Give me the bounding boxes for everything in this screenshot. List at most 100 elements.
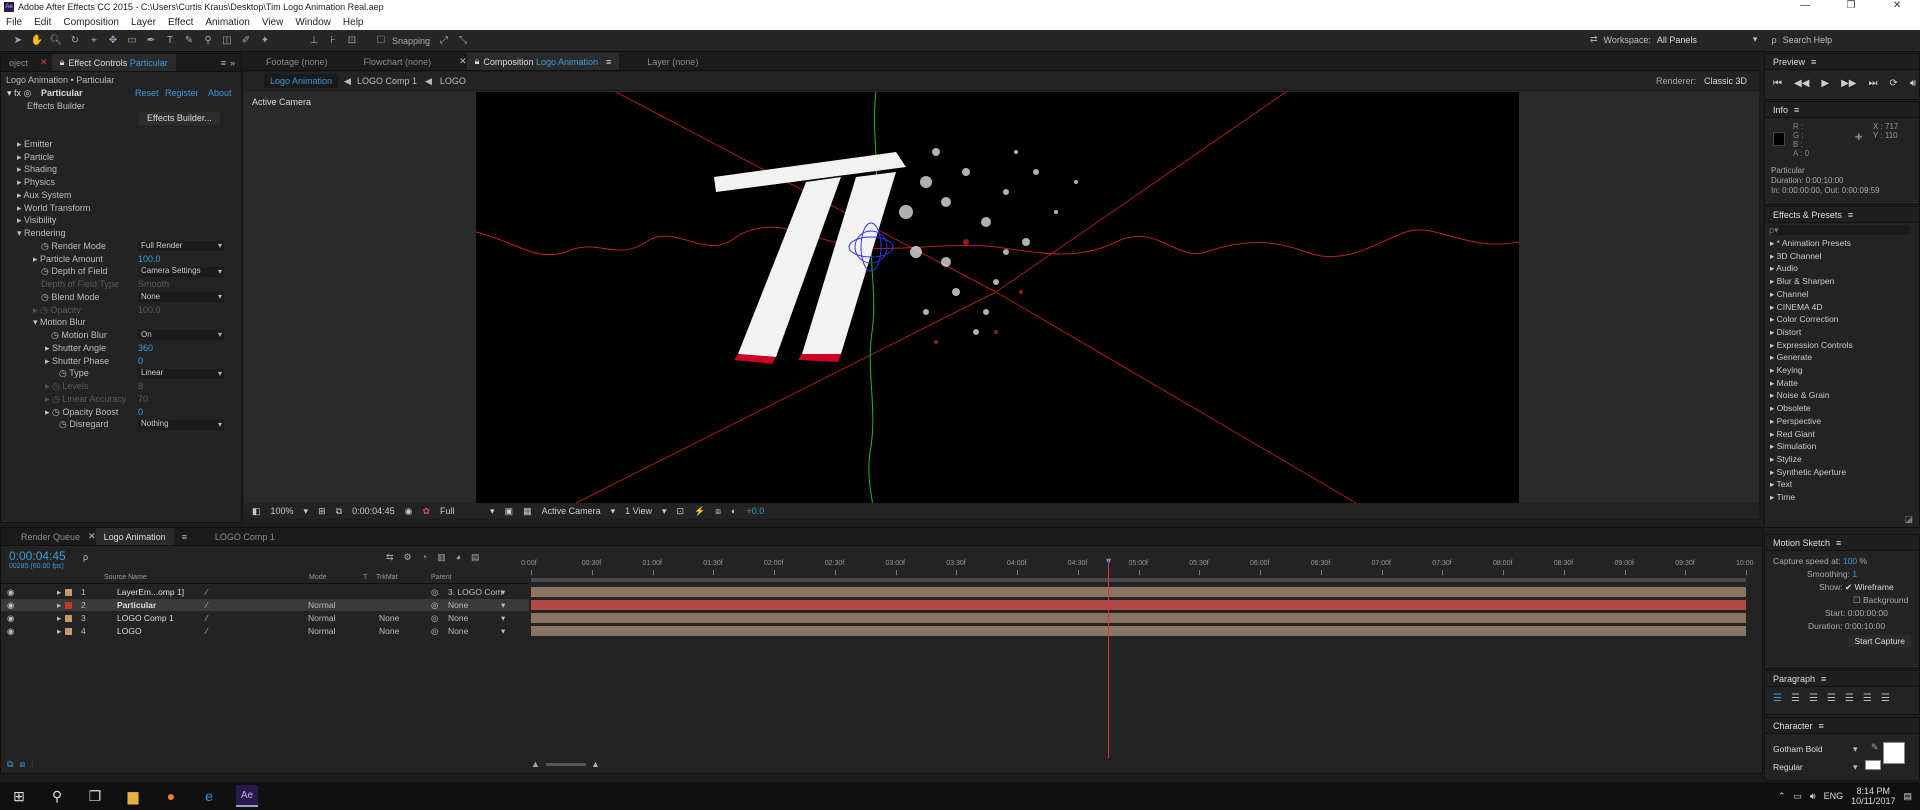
label-color-swatch[interactable] — [65, 588, 72, 596]
crumb-logo-comp[interactable]: LOGO Comp 1 — [357, 76, 417, 86]
style-dropdown-icon[interactable]: ▾ — [1853, 762, 1858, 773]
fill-color-swatch[interactable] — [1883, 742, 1905, 764]
panel-resize-icon[interactable]: ◪ — [1904, 514, 1913, 525]
reset-exposure-icon[interactable]: ◐ — [731, 506, 736, 516]
tab-render-queue[interactable]: Render Queue — [13, 528, 88, 545]
menu-animation[interactable]: Animation — [199, 17, 255, 28]
layer-row[interactable]: ◉ ▸ 1 LayerEm...omp 1] ⁄ ◎ 3. LOGO Com ▾ — [1, 586, 529, 598]
layer-mode[interactable]: Normal — [308, 626, 335, 636]
layer-row[interactable]: ◉ ▸ 2 Particular ⁄ Normal ◎ None ▾ — [1, 599, 529, 611]
local-axis-mode-icon[interactable]: ⊥ — [306, 33, 322, 49]
eyedropper-icon[interactable]: ✎ — [1871, 742, 1879, 753]
in-out-icon[interactable]: ⫶ — [31, 759, 33, 770]
about-link[interactable]: About — [208, 87, 232, 100]
after-effects-taskbar-icon[interactable]: Ae — [236, 785, 258, 807]
motion-blur-select[interactable]: On — [138, 329, 224, 342]
exposure-value[interactable]: +0.0 — [746, 506, 764, 516]
brush-tool-icon[interactable]: ✎ — [181, 33, 197, 49]
workspace-sync-icon[interactable]: ⇄ — [1590, 34, 1598, 45]
effects-search-input[interactable] — [1769, 225, 1909, 235]
parent-dropdown-icon[interactable]: ▾ — [501, 626, 505, 637]
views-select[interactable]: 1 View — [625, 506, 652, 516]
shutter-angle-value[interactable]: 360 — [138, 342, 153, 355]
align-right-icon[interactable]: ☰ — [1809, 693, 1818, 704]
panel-menu-icon[interactable]: ≡ — [1794, 105, 1799, 115]
clone-stamp-tool-icon[interactable]: ⚲ — [200, 33, 216, 49]
always-preview-icon[interactable]: ◧ — [252, 506, 261, 517]
effect-category-item[interactable]: ▸ Distort — [1770, 326, 1919, 339]
group-aux-system[interactable]: ▸ Aux System — [3, 189, 241, 202]
effect-category-item[interactable]: ▸ 3D Channel — [1770, 250, 1919, 263]
effect-category-item[interactable]: ▸ Stylize — [1770, 453, 1919, 466]
rectangle-tool-icon[interactable]: ▭ — [124, 33, 140, 49]
network-icon[interactable]: ▭ — [1793, 791, 1802, 802]
fx-toggle-icon[interactable]: ▾ fx ◎ — [7, 87, 31, 100]
selection-tool-icon[interactable]: ➤ — [10, 33, 26, 49]
type-select[interactable]: Linear — [138, 368, 224, 380]
loop-icon[interactable]: ⟳ — [1889, 78, 1897, 89]
tray-up-icon[interactable]: ⌃ — [1778, 791, 1786, 802]
label-color-swatch[interactable] — [65, 601, 72, 609]
layer-parent[interactable]: None — [448, 626, 468, 636]
label-color-swatch[interactable] — [65, 614, 72, 622]
zoom-slider[interactable] — [546, 763, 586, 766]
layer-switch-icon[interactable]: ⁄ — [206, 626, 207, 636]
menu-composition[interactable]: Composition — [57, 17, 125, 28]
first-frame-icon[interactable]: ⏮ — [1773, 78, 1782, 89]
camera-snapshot-icon[interactable]: ◉ — [405, 506, 413, 517]
capture-speed-value[interactable]: 100 — [1843, 556, 1857, 566]
work-area-bar[interactable] — [531, 578, 1746, 582]
layer-parent[interactable]: None — [448, 600, 468, 610]
menu-file[interactable]: File — [0, 17, 28, 28]
panel-menu-icon[interactable]: ≡ — [1819, 721, 1824, 731]
label-color-swatch[interactable] — [65, 627, 72, 635]
justify-right-icon[interactable]: ☰ — [1863, 693, 1872, 704]
close-tab-icon[interactable]: ✕ — [459, 56, 467, 67]
camera-tool-icon[interactable]: ⌖ — [86, 33, 102, 49]
align-left-icon[interactable]: ☰ — [1773, 693, 1782, 704]
composition-viewer[interactable]: Active Camera ◧ 100% ▾ ⊞ ⧉ 0:00:04:45 ◉ … — [244, 91, 1759, 519]
layer-duration-bar[interactable] — [531, 600, 1746, 610]
menu-help[interactable]: Help — [337, 17, 370, 28]
prev-frame-icon[interactable]: ◀◀ — [1794, 78, 1809, 89]
effect-category-item[interactable]: ▸ Time — [1770, 491, 1919, 504]
expand-icon[interactable]: ▸ — [57, 626, 61, 637]
panel-menu-icon[interactable]: ≡ — [1821, 674, 1826, 684]
particle-amount-value[interactable]: 100.0 — [138, 253, 161, 266]
menu-window[interactable]: Window — [289, 17, 337, 28]
playhead[interactable] — [1108, 558, 1110, 758]
search-icon[interactable]: ⚲ — [46, 785, 68, 807]
group-visibility[interactable]: ▸ Visibility — [3, 214, 241, 227]
camera-dropdown-icon[interactable]: ▾ — [611, 506, 616, 517]
views-dropdown-icon[interactable]: ▾ — [662, 506, 667, 517]
search-help-input[interactable]: Search Help — [1783, 35, 1833, 45]
timeline-search-icon[interactable]: ρ — [83, 552, 88, 562]
crumb-logo[interactable]: LOGO — [440, 76, 466, 86]
eye-icon[interactable]: ◉ — [7, 587, 14, 598]
layer-switch-icon[interactable]: ⁄ — [206, 587, 207, 597]
layer-switches-icon[interactable]: ⧉ — [7, 759, 13, 770]
motion-blur-switch-icon[interactable]: ◕ — [456, 552, 461, 563]
zoom-in-icon[interactable]: ▲ — [591, 759, 600, 769]
tab-layer[interactable]: Layer (none) — [639, 53, 706, 70]
parent-pickwhip-icon[interactable]: ◎ — [431, 600, 438, 611]
view-axis-mode-icon[interactable]: ⊡ — [344, 33, 360, 49]
layer-name[interactable]: Particular — [117, 600, 156, 610]
close-button[interactable]: ✕ — [1874, 0, 1920, 11]
tab-flowchart[interactable]: Flowchart (none) — [356, 53, 440, 70]
group-shading[interactable]: ▸ Shading — [3, 163, 241, 176]
resolution-select[interactable]: Full — [440, 506, 480, 516]
parent-dropdown-icon[interactable]: ▾ — [501, 613, 505, 624]
world-axis-mode-icon[interactable]: ⊦ — [325, 33, 341, 49]
parent-dropdown-icon[interactable]: ▾ — [501, 587, 505, 598]
toggle-pixel-aspect-icon[interactable]: ⊡ — [677, 506, 685, 517]
effect-category-item[interactable]: ▸ Noise & Grain — [1770, 389, 1919, 402]
panel-menu-icon[interactable]: ≡ — [1811, 57, 1816, 67]
justify-center-icon[interactable]: ☰ — [1845, 693, 1854, 704]
effect-category-item[interactable]: ▸ Blur & Sharpen — [1770, 275, 1919, 288]
type-tool-icon[interactable]: T — [162, 33, 178, 49]
font-style-select[interactable]: Regular — [1773, 762, 1858, 772]
frame-blending-icon[interactable]: ▥ — [437, 552, 446, 563]
zoom-select[interactable]: 100% — [271, 506, 294, 516]
tab-footage[interactable]: Footage (none) — [258, 53, 336, 70]
